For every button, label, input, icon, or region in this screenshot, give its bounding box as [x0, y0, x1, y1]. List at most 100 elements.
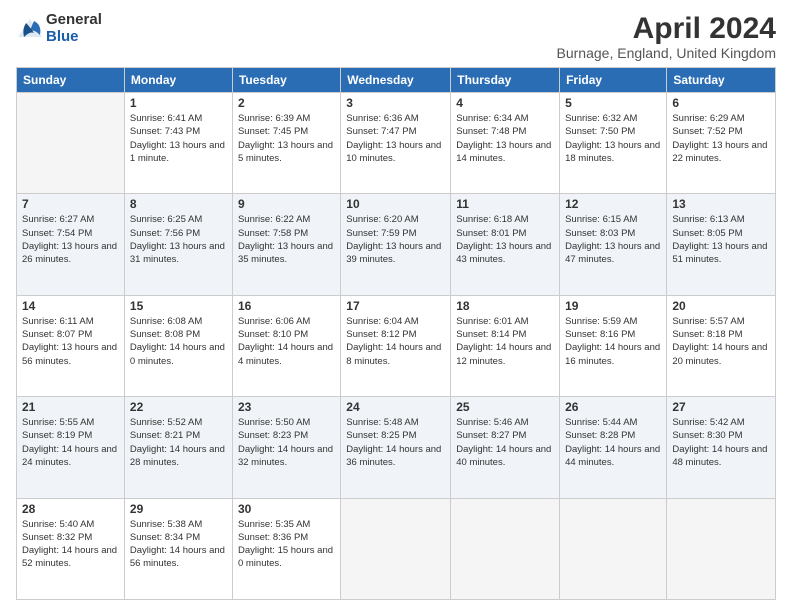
day-info: Sunrise: 6:25 AMSunset: 7:56 PMDaylight:… [130, 213, 227, 266]
page: General Blue April 2024 Burnage, England… [0, 0, 792, 612]
list-item [667, 498, 776, 599]
day-info: Sunrise: 6:11 AMSunset: 8:07 PMDaylight:… [22, 315, 119, 368]
header-row: Sunday Monday Tuesday Wednesday Thursday… [17, 68, 776, 93]
list-item: 21Sunrise: 5:55 AMSunset: 8:19 PMDayligh… [17, 397, 125, 498]
day-number: 19 [565, 299, 661, 313]
day-number: 26 [565, 400, 661, 414]
day-info: Sunrise: 6:41 AMSunset: 7:43 PMDaylight:… [130, 112, 227, 165]
day-info: Sunrise: 5:59 AMSunset: 8:16 PMDaylight:… [565, 315, 661, 368]
day-info: Sunrise: 6:04 AMSunset: 8:12 PMDaylight:… [346, 315, 445, 368]
list-item [341, 498, 451, 599]
day-number: 30 [238, 502, 335, 516]
list-item: 27Sunrise: 5:42 AMSunset: 8:30 PMDayligh… [667, 397, 776, 498]
day-number: 17 [346, 299, 445, 313]
day-number: 21 [22, 400, 119, 414]
col-saturday: Saturday [667, 68, 776, 93]
list-item [17, 93, 125, 194]
day-number: 5 [565, 96, 661, 110]
logo-text: General Blue [46, 12, 102, 45]
day-info: Sunrise: 5:46 AMSunset: 8:27 PMDaylight:… [456, 416, 554, 469]
list-item: 6Sunrise: 6:29 AMSunset: 7:52 PMDaylight… [667, 93, 776, 194]
list-item: 14 Sunrise: 6:11 AMSunset: 8:07 PMDayligh… [17, 295, 125, 396]
list-item: 7 Sunrise: 6:27 AMSunset: 7:54 PMDaylight… [17, 194, 125, 295]
list-item: 15Sunrise: 6:08 AMSunset: 8:08 PMDayligh… [124, 295, 232, 396]
list-item: 30 Sunrise: 5:35 AMSunset: 8:36 PMDayligh… [232, 498, 340, 599]
list-item: 29 Sunrise: 5:38 AMSunset: 8:34 PMDayligh… [124, 498, 232, 599]
day-info: Sunrise: 6:18 AMSunset: 8:01 PMDaylight:… [456, 213, 554, 266]
day-number: 22 [130, 400, 227, 414]
list-item: 8 Sunrise: 6:25 AMSunset: 7:56 PMDaylight… [124, 194, 232, 295]
col-tuesday: Tuesday [232, 68, 340, 93]
day-number: 10 [346, 197, 445, 211]
day-info: Sunrise: 5:35 AMSunset: 8:36 PMDaylight:… [238, 518, 335, 571]
day-info: Sunrise: 5:44 AMSunset: 8:28 PMDaylight:… [565, 416, 661, 469]
list-item: 4Sunrise: 6:34 AMSunset: 7:48 PMDaylight… [451, 93, 560, 194]
day-info: Sunrise: 5:38 AMSunset: 8:34 PMDaylight:… [130, 518, 227, 571]
title-section: April 2024 Burnage, England, United King… [557, 12, 776, 61]
day-info: Sunrise: 5:50 AMSunset: 8:23 PMDaylight:… [238, 416, 335, 469]
day-number: 8 [130, 197, 227, 211]
list-item: 16 Sunrise: 6:06 AMSunset: 8:10 PMDayligh… [232, 295, 340, 396]
day-info: Sunrise: 6:20 AMSunset: 7:59 PMDaylight:… [346, 213, 445, 266]
table-row: 7 Sunrise: 6:27 AMSunset: 7:54 PMDaylight… [17, 194, 776, 295]
day-number: 9 [238, 197, 335, 211]
list-item: 25 Sunrise: 5:46 AMSunset: 8:27 PMDayligh… [451, 397, 560, 498]
col-friday: Friday [560, 68, 667, 93]
col-sunday: Sunday [17, 68, 125, 93]
day-info: Sunrise: 6:32 AMSunset: 7:50 PMDaylight:… [565, 112, 661, 165]
day-info: Sunrise: 6:08 AMSunset: 8:08 PMDaylight:… [130, 315, 227, 368]
day-number: 20 [672, 299, 770, 313]
list-item: 28Sunrise: 5:40 AMSunset: 8:32 PMDayligh… [17, 498, 125, 599]
day-info: Sunrise: 6:06 AMSunset: 8:10 PMDaylight:… [238, 315, 335, 368]
list-item: 13Sunrise: 6:13 AMSunset: 8:05 PMDayligh… [667, 194, 776, 295]
header: General Blue April 2024 Burnage, England… [16, 12, 776, 61]
day-info: Sunrise: 6:13 AMSunset: 8:05 PMDaylight:… [672, 213, 770, 266]
day-info: Sunrise: 5:48 AMSunset: 8:25 PMDaylight:… [346, 416, 445, 469]
list-item: 23Sunrise: 5:50 AMSunset: 8:23 PMDayligh… [232, 397, 340, 498]
list-item: 26 Sunrise: 5:44 AMSunset: 8:28 PMDayligh… [560, 397, 667, 498]
list-item: 3 Sunrise: 6:36 AMSunset: 7:47 PMDaylight… [341, 93, 451, 194]
day-number: 25 [456, 400, 554, 414]
table-row: 14 Sunrise: 6:11 AMSunset: 8:07 PMDayligh… [17, 295, 776, 396]
day-number: 29 [130, 502, 227, 516]
day-info: Sunrise: 6:29 AMSunset: 7:52 PMDaylight:… [672, 112, 770, 165]
table-row: 1 Sunrise: 6:41 AMSunset: 7:43 PMDaylight… [17, 93, 776, 194]
col-monday: Monday [124, 68, 232, 93]
day-number: 18 [456, 299, 554, 313]
day-info: Sunrise: 6:15 AMSunset: 8:03 PMDaylight:… [565, 213, 661, 266]
list-item: 2 Sunrise: 6:39 AMSunset: 7:45 PMDaylight… [232, 93, 340, 194]
day-info: Sunrise: 6:39 AMSunset: 7:45 PMDaylight:… [238, 112, 335, 165]
subtitle: Burnage, England, United Kingdom [557, 45, 776, 61]
list-item: 19 Sunrise: 5:59 AMSunset: 8:16 PMDayligh… [560, 295, 667, 396]
day-number: 24 [346, 400, 445, 414]
day-number: 1 [130, 96, 227, 110]
logo-blue: Blue [46, 29, 102, 46]
col-thursday: Thursday [451, 68, 560, 93]
list-item: 17 Sunrise: 6:04 AMSunset: 8:12 PMDayligh… [341, 295, 451, 396]
col-wednesday: Wednesday [341, 68, 451, 93]
list-item: 10 Sunrise: 6:20 AMSunset: 7:59 PMDayligh… [341, 194, 451, 295]
list-item: 12Sunrise: 6:15 AMSunset: 8:03 PMDayligh… [560, 194, 667, 295]
list-item: 20 Sunrise: 5:57 AMSunset: 8:18 PMDayligh… [667, 295, 776, 396]
list-item: 22Sunrise: 5:52 AMSunset: 8:21 PMDayligh… [124, 397, 232, 498]
day-number: 14 [22, 299, 119, 313]
list-item: 24 Sunrise: 5:48 AMSunset: 8:25 PMDayligh… [341, 397, 451, 498]
day-number: 28 [22, 502, 119, 516]
list-item: 18 Sunrise: 6:01 AMSunset: 8:14 PMDayligh… [451, 295, 560, 396]
day-info: Sunrise: 5:57 AMSunset: 8:18 PMDaylight:… [672, 315, 770, 368]
day-number: 3 [346, 96, 445, 110]
day-info: Sunrise: 5:42 AMSunset: 8:30 PMDaylight:… [672, 416, 770, 469]
day-info: Sunrise: 6:27 AMSunset: 7:54 PMDaylight:… [22, 213, 119, 266]
list-item [560, 498, 667, 599]
logo: General Blue [16, 12, 102, 45]
day-info: Sunrise: 6:01 AMSunset: 8:14 PMDaylight:… [456, 315, 554, 368]
list-item: 5 Sunrise: 6:32 AMSunset: 7:50 PMDaylight… [560, 93, 667, 194]
day-number: 16 [238, 299, 335, 313]
day-number: 2 [238, 96, 335, 110]
day-info: Sunrise: 6:36 AMSunset: 7:47 PMDaylight:… [346, 112, 445, 165]
day-number: 7 [22, 197, 119, 211]
list-item: 9 Sunrise: 6:22 AMSunset: 7:58 PMDaylight… [232, 194, 340, 295]
table-row: 28Sunrise: 5:40 AMSunset: 8:32 PMDayligh… [17, 498, 776, 599]
main-title: April 2024 [557, 12, 776, 45]
day-info: Sunrise: 6:22 AMSunset: 7:58 PMDaylight:… [238, 213, 335, 266]
